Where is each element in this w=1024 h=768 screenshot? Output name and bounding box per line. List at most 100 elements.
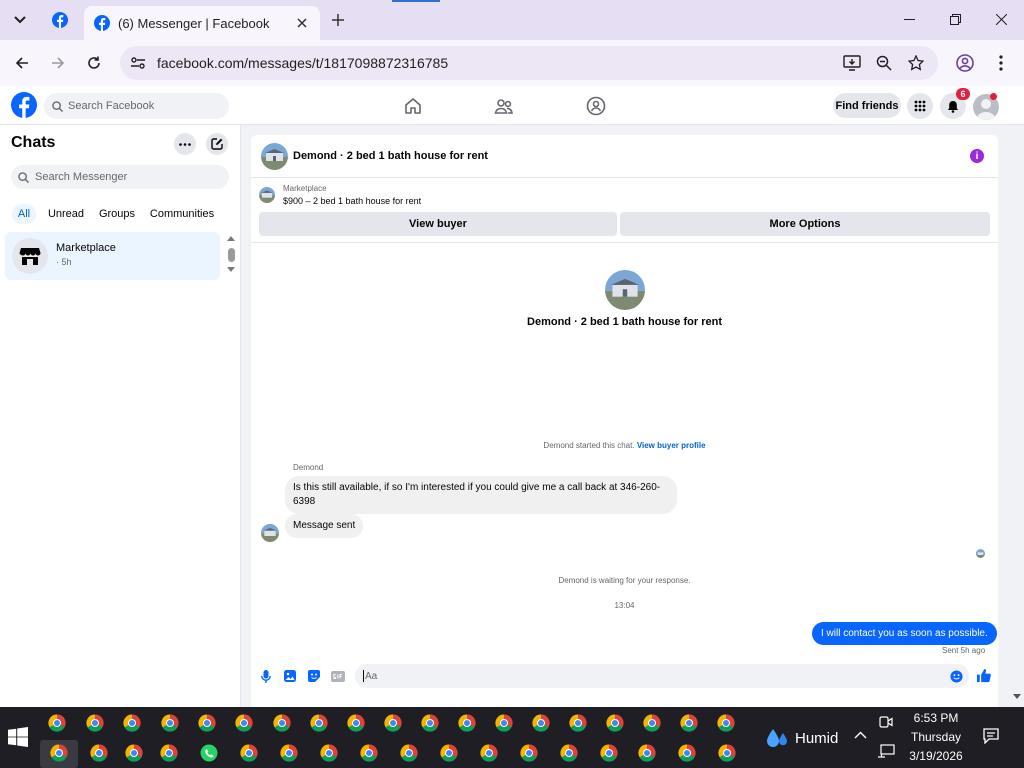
chrome-app-icon[interactable] bbox=[347, 714, 365, 732]
install-app-button[interactable] bbox=[842, 53, 862, 73]
chrome-app-icon[interactable] bbox=[240, 744, 258, 762]
view-buyer-profile-link[interactable]: View buyer profile bbox=[637, 441, 706, 450]
chrome-menu-button[interactable] bbox=[988, 50, 1014, 76]
chrome-app-icon[interactable] bbox=[520, 744, 538, 762]
chrome-app-icon[interactable] bbox=[50, 744, 68, 762]
chrome-app-icon[interactable] bbox=[280, 744, 298, 762]
network-icon[interactable] bbox=[877, 744, 895, 758]
chrome-app-icon[interactable] bbox=[48, 714, 66, 732]
chrome-app-icon[interactable] bbox=[90, 744, 108, 762]
chrome-app-icon[interactable] bbox=[86, 714, 104, 732]
filter-all[interactable]: All bbox=[12, 204, 36, 224]
chrome-app-icon[interactable] bbox=[440, 744, 458, 762]
chrome-app-icon[interactable] bbox=[161, 714, 179, 732]
voice-clip-button[interactable] bbox=[259, 669, 273, 683]
more-options-button[interactable]: More Options bbox=[620, 212, 990, 236]
chrome-app-icon[interactable] bbox=[160, 744, 178, 762]
chrome-app-icon[interactable] bbox=[532, 714, 550, 732]
listing-thumbnail[interactable] bbox=[261, 143, 288, 170]
chrome-app-icon[interactable] bbox=[125, 744, 143, 762]
chat-list-item[interactable]: Marketplace · 5h bbox=[5, 232, 220, 280]
whatsapp-app-icon[interactable] bbox=[200, 744, 218, 762]
chrome-app-icon[interactable] bbox=[123, 714, 141, 732]
forward-button[interactable] bbox=[45, 50, 71, 76]
chrome-app-icon[interactable] bbox=[458, 714, 476, 732]
weather-text[interactable]: Humid bbox=[795, 730, 838, 747]
messenger-search-input[interactable]: Search Messenger bbox=[11, 165, 229, 189]
incoming-message[interactable]: Is this still available, if so I'm inter… bbox=[285, 476, 677, 514]
close-window-button[interactable] bbox=[986, 6, 1016, 32]
chats-options-button[interactable] bbox=[174, 133, 196, 155]
message-input[interactable]: Aa bbox=[355, 664, 969, 688]
chrome-app-icon[interactable] bbox=[569, 714, 587, 732]
attach-media-button[interactable] bbox=[283, 669, 297, 683]
menu-button[interactable] bbox=[907, 93, 933, 119]
friends-icon[interactable] bbox=[494, 96, 514, 116]
water-drop-icon[interactable] bbox=[764, 726, 790, 752]
minimize-button[interactable] bbox=[894, 6, 924, 32]
chrome-app-icon[interactable] bbox=[606, 714, 624, 732]
filter-communities[interactable]: Communities bbox=[148, 204, 216, 224]
reload-button[interactable] bbox=[81, 50, 107, 76]
thumbs-up-icon[interactable] bbox=[976, 668, 991, 683]
chrome-app-icon[interactable] bbox=[718, 744, 736, 762]
pinned-facebook-tab[interactable] bbox=[46, 8, 74, 32]
page-scroll-down-arrow[interactable] bbox=[1013, 694, 1021, 699]
chrome-app-icon[interactable] bbox=[235, 714, 253, 732]
tab-search-button[interactable] bbox=[6, 8, 34, 32]
find-friends-button[interactable]: Find friends bbox=[833, 93, 901, 118]
chrome-app-icon[interactable] bbox=[198, 714, 216, 732]
back-button[interactable] bbox=[9, 50, 35, 76]
chrome-app-icon[interactable] bbox=[320, 744, 338, 762]
new-message-button[interactable] bbox=[206, 133, 228, 155]
zoom-button[interactable] bbox=[874, 53, 894, 73]
incoming-message[interactable]: Message sent bbox=[285, 514, 364, 538]
chrome-app-icon[interactable] bbox=[678, 744, 696, 762]
scroll-down-arrow[interactable] bbox=[227, 267, 235, 272]
chrome-app-icon[interactable] bbox=[680, 714, 698, 732]
chrome-app-icon[interactable] bbox=[638, 744, 656, 762]
outgoing-message[interactable]: I will contact you as soon as possible. bbox=[812, 622, 997, 645]
clock-date[interactable]: 3/19/2026 bbox=[905, 749, 967, 763]
chrome-app-icon[interactable] bbox=[717, 714, 735, 732]
home-icon[interactable] bbox=[403, 96, 423, 116]
bookmark-button[interactable] bbox=[906, 53, 926, 73]
gif-button[interactable] bbox=[331, 669, 345, 683]
tab-messenger[interactable]: (6) Messenger | Facebook bbox=[84, 6, 320, 40]
facebook-search-input[interactable]: Search Facebook bbox=[44, 93, 229, 119]
sticker-button[interactable] bbox=[307, 669, 321, 683]
restore-button[interactable] bbox=[940, 6, 970, 32]
conversation-title[interactable]: Demond · 2 bed 1 bath house for rent bbox=[293, 150, 488, 162]
address-bar[interactable]: facebook.com/messages/t/1817098872316785 bbox=[120, 46, 938, 80]
tab-close-button[interactable] bbox=[292, 13, 312, 33]
facebook-logo[interactable] bbox=[11, 92, 37, 118]
notification-center-icon[interactable] bbox=[983, 728, 999, 744]
chrome-app-icon[interactable] bbox=[480, 744, 498, 762]
chrome-app-icon[interactable] bbox=[421, 714, 439, 732]
info-icon[interactable]: i bbox=[970, 149, 984, 163]
profile-button[interactable] bbox=[952, 50, 978, 76]
chrome-app-icon[interactable] bbox=[560, 744, 578, 762]
scroll-up-arrow[interactable] bbox=[227, 236, 235, 241]
chrome-app-icon[interactable] bbox=[360, 744, 378, 762]
groups-icon[interactable] bbox=[586, 96, 606, 116]
site-info-button[interactable] bbox=[128, 53, 148, 73]
emoji-icon[interactable] bbox=[950, 670, 963, 683]
chrome-app-icon[interactable] bbox=[643, 714, 661, 732]
chrome-app-icon[interactable] bbox=[495, 714, 513, 732]
chrome-app-icon[interactable] bbox=[273, 714, 291, 732]
listing-price-title[interactable]: $900 – 2 bed 1 bath house for rent bbox=[283, 196, 421, 206]
chrome-app-icon[interactable] bbox=[310, 714, 328, 732]
view-buyer-button[interactable]: View buyer bbox=[259, 212, 617, 236]
chevron-up-icon[interactable] bbox=[854, 731, 867, 739]
clock-time[interactable]: 6:53 PM bbox=[905, 711, 967, 725]
windows-start-icon[interactable] bbox=[8, 727, 28, 747]
meet-now-icon[interactable] bbox=[879, 714, 893, 730]
clock-day[interactable]: Thursday bbox=[905, 730, 967, 744]
scrollbar-thumb[interactable] bbox=[228, 248, 235, 262]
chrome-app-icon[interactable] bbox=[384, 714, 402, 732]
chrome-app-icon[interactable] bbox=[400, 744, 418, 762]
chrome-app-icon[interactable] bbox=[600, 744, 618, 762]
new-tab-button[interactable] bbox=[328, 8, 348, 32]
filter-unread[interactable]: Unread bbox=[45, 204, 87, 224]
